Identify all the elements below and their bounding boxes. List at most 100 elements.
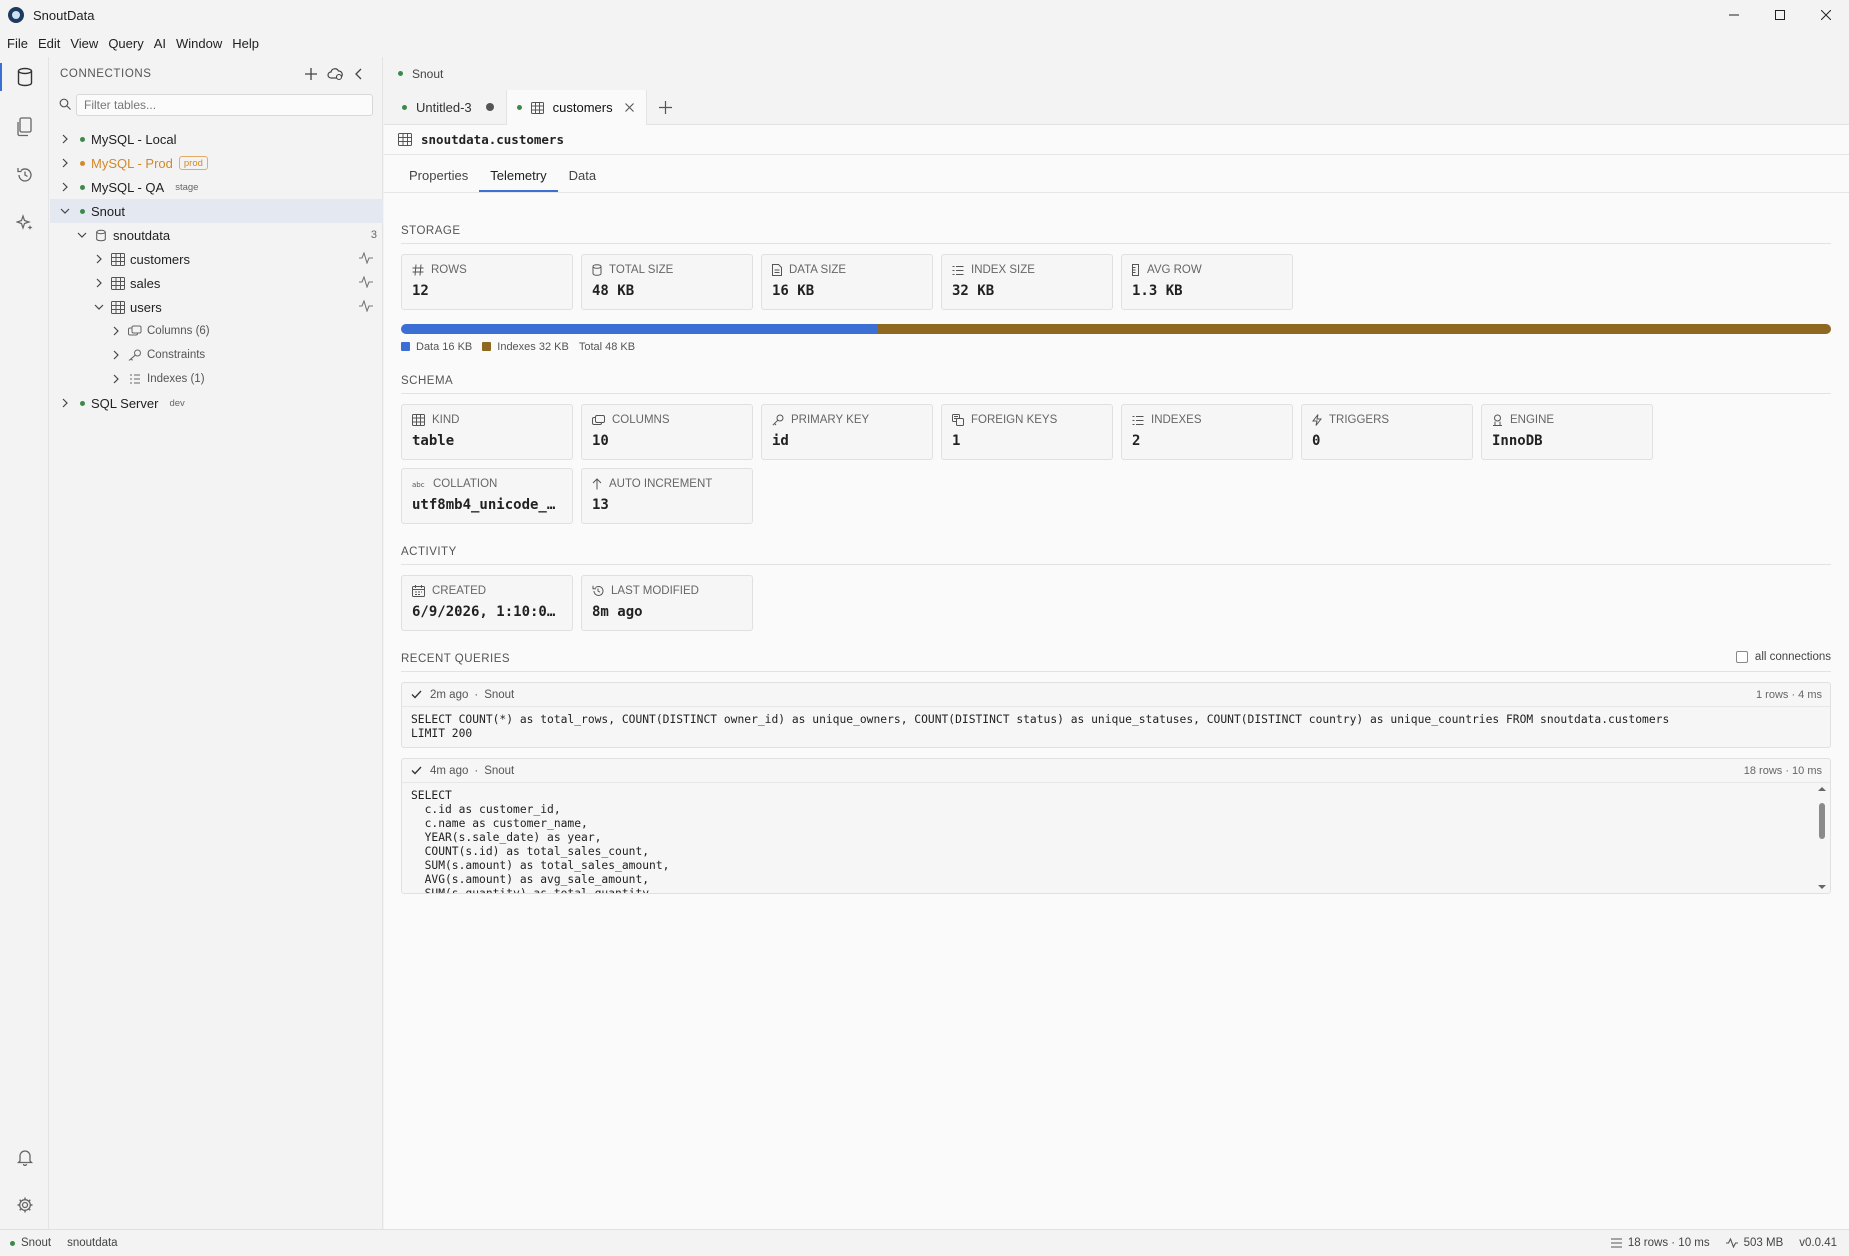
- maximize-button[interactable]: [1757, 0, 1803, 30]
- arrow-up-icon: [592, 478, 602, 490]
- tree-table-sales[interactable]: sales: [50, 271, 383, 295]
- activity-pulse-icon[interactable]: [359, 252, 373, 264]
- files-icon[interactable]: [0, 107, 49, 147]
- sidebar-title: CONNECTIONS: [60, 67, 152, 80]
- chevron-right-icon[interactable]: [58, 180, 72, 194]
- storage-cards: ROWS 12 TOTAL SIZE 48 KB DATA SIZE 16 KB INDEX…: [401, 254, 1831, 310]
- tab-untitled-3[interactable]: Untitled-3: [392, 90, 507, 124]
- gear-icon[interactable]: [0, 1185, 49, 1225]
- status-bar: Snout snoutdata 18 rows · 10 ms 503 MB v…: [0, 1229, 1849, 1256]
- chevron-right-icon[interactable]: [58, 132, 72, 146]
- close-icon[interactable]: [624, 103, 634, 112]
- table-icon: [398, 133, 412, 146]
- tab-data[interactable]: Data: [558, 168, 607, 192]
- legend-label: Data 16 KB: [416, 341, 473, 353]
- add-connection-button[interactable]: [302, 65, 320, 83]
- bell-icon[interactable]: [0, 1137, 49, 1177]
- separator: ·: [474, 688, 479, 701]
- table-icon: [110, 276, 126, 290]
- grid-icon: [412, 414, 425, 426]
- table-name: customers: [130, 251, 190, 267]
- tree-table-customers[interactable]: customers: [50, 247, 383, 271]
- connection-name: Snout: [91, 203, 125, 219]
- tree-connection-sql-server[interactable]: SQL Server dev: [50, 391, 383, 415]
- chevron-right-icon[interactable]: [109, 324, 123, 338]
- activity-pulse-icon[interactable]: [359, 276, 373, 288]
- active-connection-name: Snout: [412, 66, 444, 81]
- tree-connection-mysql-local[interactable]: MySQL - Local: [50, 127, 383, 151]
- legend-data: Data 16 KB: [401, 341, 472, 353]
- menu-window[interactable]: Window: [171, 36, 227, 51]
- calendar-icon: [412, 585, 425, 597]
- status-version: v0.0.41: [1799, 1237, 1837, 1249]
- tree-node-label: Indexes (1): [147, 373, 205, 385]
- minimize-button[interactable]: [1711, 0, 1757, 30]
- ai-sparkle-icon[interactable]: [0, 203, 49, 243]
- new-tab-button[interactable]: [647, 90, 685, 124]
- chevron-right-icon[interactable]: [109, 372, 123, 386]
- menu-view[interactable]: View: [65, 36, 103, 51]
- status-dot: [402, 104, 407, 110]
- connection-name: MySQL - QA: [91, 179, 165, 195]
- tree-connection-mysql-prod[interactable]: MySQL - Prod prod: [50, 151, 383, 175]
- chevron-right-icon[interactable]: [92, 276, 106, 290]
- all-connections-checkbox[interactable]: [1735, 651, 1748, 663]
- list-icon: [1132, 415, 1144, 426]
- tree-node-constraints[interactable]: Constraints: [50, 343, 383, 367]
- tree-connection-snout[interactable]: Snout: [50, 199, 383, 223]
- stat-label: KIND: [432, 414, 460, 426]
- filter-tables-input[interactable]: [76, 94, 373, 116]
- object-title: snoutdata.customers: [421, 132, 564, 147]
- link-icon: [952, 414, 964, 426]
- stat-value: utf8mb4_unicode_…: [412, 497, 556, 513]
- menu-file[interactable]: File: [2, 36, 33, 51]
- tab-properties[interactable]: Properties: [398, 168, 479, 192]
- chevron-right-icon[interactable]: [58, 396, 72, 410]
- tree-node-indexes[interactable]: Indexes (1): [50, 367, 383, 391]
- scrollbar-thumb[interactable]: [1819, 803, 1825, 839]
- chevron-down-icon[interactable]: [92, 300, 106, 314]
- tab-telemetry[interactable]: Telemetry: [479, 168, 558, 192]
- connection-name: MySQL - Prod: [91, 155, 173, 171]
- chevron-right-icon[interactable]: [58, 156, 72, 170]
- query-connection: Snout: [484, 764, 515, 777]
- recent-query-item[interactable]: 4m ago · Snout 18 rows · 10 ms SELECT c.…: [401, 758, 1831, 894]
- stat-value: table: [412, 433, 455, 449]
- query-scrollbar[interactable]: [1816, 785, 1828, 891]
- tree-node-label: Columns (6): [147, 325, 210, 337]
- chevron-right-icon[interactable]: [109, 348, 123, 362]
- list-icon: [952, 265, 964, 276]
- tree-table-users[interactable]: users: [50, 295, 383, 319]
- stat-label: LAST MODIFIED: [611, 585, 699, 597]
- history-icon: [592, 585, 604, 597]
- chevron-right-icon[interactable]: [92, 252, 106, 266]
- all-connections-toggle[interactable]: all connections: [1735, 651, 1831, 663]
- tree-connection-mysql-qa[interactable]: MySQL - QA stage: [50, 175, 383, 199]
- menu-query[interactable]: Query: [103, 36, 148, 51]
- status-connection[interactable]: Snout: [21, 1237, 51, 1249]
- bolt-icon: [1312, 414, 1322, 426]
- tree-node-columns[interactable]: Columns (6): [50, 319, 383, 343]
- chevron-down-icon[interactable]: [58, 204, 72, 218]
- status-database[interactable]: snoutdata: [67, 1237, 118, 1249]
- menu-help[interactable]: Help: [227, 36, 264, 51]
- activity-pulse-icon[interactable]: [359, 300, 373, 312]
- stat-label: TOTAL SIZE: [609, 264, 674, 276]
- menu-bar: File Edit View Query AI Window Help: [0, 30, 1849, 57]
- collapse-sidebar-button[interactable]: [350, 65, 368, 83]
- close-window-button[interactable]: [1803, 0, 1849, 30]
- env-badge: dev: [169, 398, 185, 409]
- menu-edit[interactable]: Edit: [33, 36, 65, 51]
- status-dot: [80, 184, 85, 190]
- menu-ai[interactable]: AI: [149, 36, 171, 51]
- recent-query-item[interactable]: 2m ago · Snout 1 rows · 4 ms SELECT COUN…: [401, 682, 1831, 748]
- database-icon[interactable]: [0, 57, 49, 97]
- tab-customers[interactable]: customers: [506, 90, 647, 125]
- tree-database-snoutdata[interactable]: snoutdata 3: [50, 223, 383, 247]
- table-count: 3: [370, 229, 377, 241]
- cloud-connect-button[interactable]: [326, 65, 344, 83]
- hash-icon: [412, 264, 424, 276]
- chevron-down-icon[interactable]: [75, 228, 89, 242]
- section-title-storage: STORAGE: [401, 225, 1831, 244]
- history-icon[interactable]: [0, 155, 49, 195]
